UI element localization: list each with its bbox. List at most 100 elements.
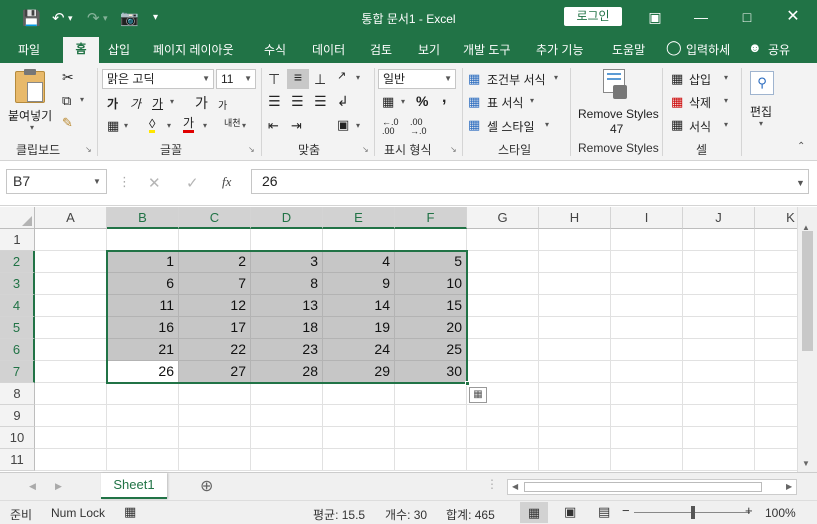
cell-k5[interactable]	[755, 317, 797, 339]
cell-f11[interactable]	[395, 449, 467, 471]
cell-g4[interactable]	[467, 295, 539, 317]
cell-c7[interactable]: 27	[179, 361, 251, 383]
column-header-b[interactable]: B	[107, 207, 179, 229]
cell-c3[interactable]: 7	[179, 273, 251, 295]
italic-button[interactable]: 가	[130, 95, 141, 112]
delete-dropdown-icon[interactable]: ▾	[724, 96, 728, 105]
column-header-i[interactable]: I	[611, 207, 683, 229]
font-color-button[interactable]: 가	[183, 116, 195, 133]
previous-sheet-icon[interactable]: ◀	[29, 481, 36, 492]
cell-b10[interactable]	[107, 427, 179, 449]
cell-a3[interactable]	[35, 273, 107, 295]
cell-j7[interactable]	[683, 361, 755, 383]
cell-f10[interactable]	[395, 427, 467, 449]
tab-page-layout[interactable]: 페이지 레이아웃	[153, 41, 234, 58]
cell-e6[interactable]: 24	[323, 339, 395, 361]
cell-j4[interactable]	[683, 295, 755, 317]
expand-formula-bar-icon[interactable]: ▼	[796, 178, 805, 188]
vertical-scrollbar[interactable]: ▲ ▼	[797, 207, 817, 472]
fill-color-icon[interactable]: ◊	[149, 117, 156, 133]
cell-styles-button[interactable]: 셀 스타일	[487, 118, 535, 135]
row-header-5[interactable]: 5	[0, 317, 35, 339]
average-value[interactable]: 평균: 15.5	[313, 506, 365, 523]
row-header-9[interactable]: 9	[0, 405, 35, 427]
column-header-g[interactable]: G	[467, 207, 539, 229]
macro-record-icon[interactable]: ▦	[124, 504, 136, 520]
number-launcher-icon[interactable]: ↘	[450, 145, 457, 154]
number-format-select[interactable]: 일반 ▼	[378, 69, 456, 89]
new-sheet-icon[interactable]: ⊕	[200, 476, 213, 496]
cell-h7[interactable]	[539, 361, 611, 383]
cell-g5[interactable]	[467, 317, 539, 339]
row-header-2[interactable]: 2	[0, 251, 35, 273]
cell-i8[interactable]	[611, 383, 683, 405]
cell-e1[interactable]	[323, 229, 395, 251]
column-header-j[interactable]: J	[683, 207, 755, 229]
tab-developer[interactable]: 개발 도구	[463, 41, 511, 58]
font-color-dropdown-icon[interactable]: ▾	[203, 121, 207, 130]
cell-d5[interactable]: 18	[251, 317, 323, 339]
sheet-tab[interactable]: Sheet1	[101, 473, 167, 499]
formula-input[interactable]: 26	[251, 169, 809, 194]
cell-e7[interactable]: 29	[323, 361, 395, 383]
borders-dropdown-icon[interactable]: ▾	[124, 121, 128, 130]
increase-indent-icon[interactable]: ⇥	[291, 118, 302, 134]
tab-insert[interactable]: 삽입	[108, 41, 130, 58]
editing-button[interactable]: 편집	[750, 103, 772, 120]
row-header-6[interactable]: 6	[0, 339, 35, 361]
alignment-launcher-icon[interactable]: ↘	[362, 145, 369, 154]
cell-j10[interactable]	[683, 427, 755, 449]
tab-home[interactable]: 홈	[63, 37, 99, 63]
conditional-dropdown-icon[interactable]: ▾	[554, 73, 558, 82]
format-painter-icon[interactable]: ✎	[62, 115, 73, 131]
cell-h11[interactable]	[539, 449, 611, 471]
tab-data[interactable]: 데이터	[312, 41, 345, 58]
cell-e8[interactable]	[323, 383, 395, 405]
login-button[interactable]: 로그인	[564, 7, 622, 26]
zoom-level[interactable]: 100%	[765, 506, 796, 520]
cell-d7[interactable]: 28	[251, 361, 323, 383]
format-as-table-icon[interactable]: ▦	[468, 94, 480, 110]
insert-cells-icon[interactable]: ▦	[671, 71, 683, 87]
horizontal-scrollbar[interactable]: ◀ ▶	[507, 479, 797, 495]
cell-h10[interactable]	[539, 427, 611, 449]
tab-help[interactable]: 도움말	[612, 41, 645, 58]
accounting-dropdown-icon[interactable]: ▾	[401, 97, 405, 106]
tab-formulas[interactable]: 수식	[264, 41, 286, 58]
row-header-8[interactable]: 8	[0, 383, 35, 405]
cell-d9[interactable]	[251, 405, 323, 427]
sum-value[interactable]: 합계: 465	[446, 506, 495, 523]
paste-button[interactable]: 붙여넣기	[8, 107, 52, 124]
cell-g3[interactable]	[467, 273, 539, 295]
cell-a8[interactable]	[35, 383, 107, 405]
cell-i10[interactable]	[611, 427, 683, 449]
cancel-icon[interactable]: ✕	[148, 174, 161, 192]
cell-k8[interactable]	[755, 383, 797, 405]
cell-d4[interactable]: 13	[251, 295, 323, 317]
cell-g9[interactable]	[467, 405, 539, 427]
format-as-table-button[interactable]: 표 서식	[487, 94, 523, 111]
cell-h1[interactable]	[539, 229, 611, 251]
column-header-a[interactable]: A	[35, 207, 107, 229]
cell-k6[interactable]	[755, 339, 797, 361]
maximize-button[interactable]: □	[732, 5, 762, 29]
cell-i3[interactable]	[611, 273, 683, 295]
row-header-10[interactable]: 10	[0, 427, 35, 449]
align-bottom-icon[interactable]: ⊥	[314, 71, 326, 88]
align-right-icon[interactable]: ☰	[314, 93, 327, 110]
align-left-icon[interactable]: ☰	[268, 93, 281, 110]
row-header-11[interactable]: 11	[0, 449, 35, 471]
cell-c1[interactable]	[179, 229, 251, 251]
ribbon-display-options-icon[interactable]: ▣	[640, 5, 670, 29]
decrease-indent-icon[interactable]: ⇤	[268, 118, 279, 134]
cell-i9[interactable]	[611, 405, 683, 427]
cell-g10[interactable]	[467, 427, 539, 449]
phonetic-dropdown-icon[interactable]: ▾	[242, 121, 246, 130]
cell-i4[interactable]	[611, 295, 683, 317]
font-size-select[interactable]: 11 ▼	[216, 69, 256, 89]
cell-h5[interactable]	[539, 317, 611, 339]
align-middle-icon[interactable]: ≡	[287, 69, 309, 89]
font-launcher-icon[interactable]: ↘	[248, 145, 255, 154]
name-box-dropdown-icon[interactable]: ▼	[93, 177, 101, 186]
tab-review[interactable]: 검토	[370, 41, 392, 58]
